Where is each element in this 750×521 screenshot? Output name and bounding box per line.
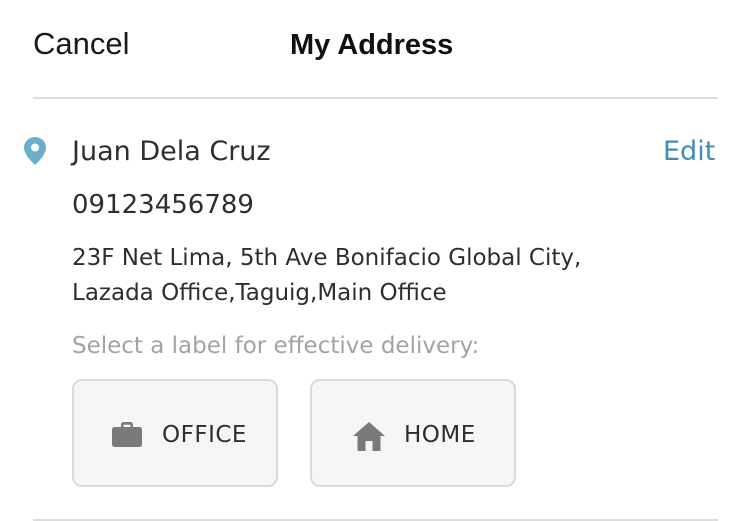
home-icon xyxy=(353,422,385,451)
home-label-button[interactable]: HOME xyxy=(310,379,516,487)
address-line-1: 23F Net Lima, 5th Ave Bonifacio Global C… xyxy=(72,245,582,271)
header-divider xyxy=(33,97,718,99)
address-line-2: Lazada Office,Taguig,Main Office xyxy=(72,280,447,306)
office-label-button[interactable]: OFFICE xyxy=(72,379,278,487)
label-hint: Select a label for effective delivery: xyxy=(72,333,480,359)
edit-address-link[interactable]: Edit xyxy=(663,135,715,169)
cancel-button[interactable]: Cancel xyxy=(33,26,130,62)
office-label-text: OFFICE xyxy=(162,422,247,448)
recipient-name: Juan Dela Cruz xyxy=(72,136,271,167)
nav-header: Cancel My Address xyxy=(0,0,750,98)
page-title: My Address xyxy=(290,29,454,61)
my-address-screen: Cancel My Address Juan Dela Cruz Edit 09… xyxy=(0,0,750,521)
home-label-text: HOME xyxy=(404,422,476,448)
briefcase-icon xyxy=(112,422,142,447)
recipient-phone: 09123456789 xyxy=(72,190,254,220)
location-pin-icon xyxy=(24,137,46,165)
